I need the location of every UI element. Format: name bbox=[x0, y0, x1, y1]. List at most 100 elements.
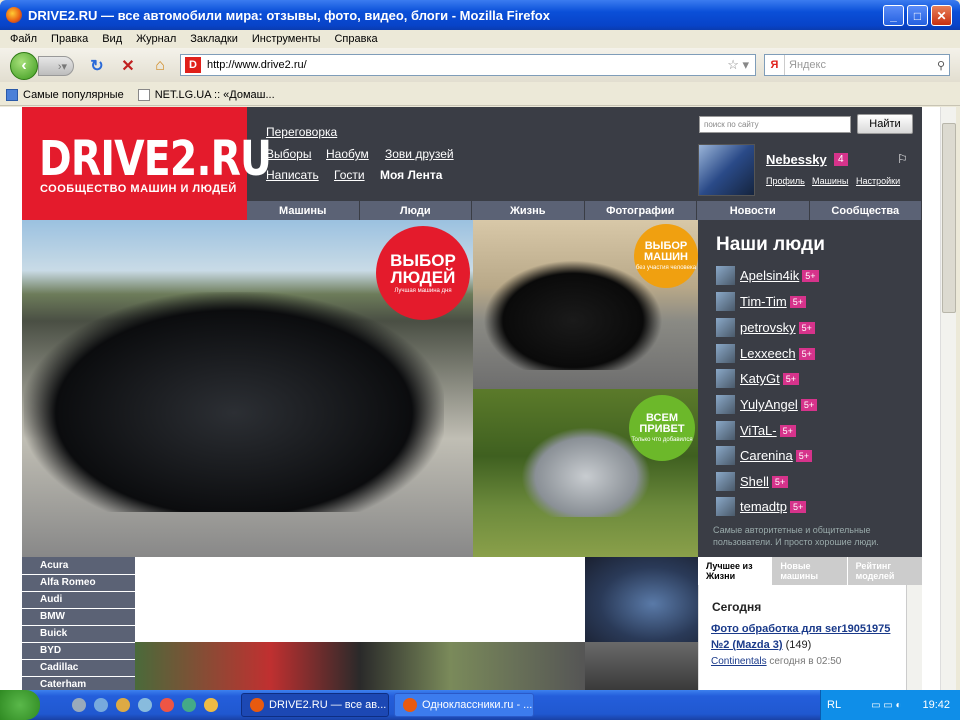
close-button[interactable]: ✕ bbox=[931, 5, 952, 26]
user-car-photo[interactable] bbox=[698, 144, 755, 196]
tab-communities[interactable]: Сообщества bbox=[810, 201, 922, 220]
sticker-title: ВЫБОР МАШИН bbox=[643, 240, 688, 263]
best-entry-author[interactable]: Continentals bbox=[711, 656, 767, 667]
person-item[interactable]: YulyAngel 5+ bbox=[716, 395, 818, 414]
logout-icon[interactable]: ⚐ bbox=[897, 152, 908, 166]
taskbar-task-drive2[interactable]: DRIVE2.RU — все ав... bbox=[241, 693, 389, 717]
reload-icon[interactable]: ↻ bbox=[87, 56, 107, 76]
link-write[interactable]: Написать bbox=[266, 168, 319, 182]
link-vybory[interactable]: Выборы bbox=[266, 147, 311, 161]
link-naobum[interactable]: Наобум bbox=[326, 147, 369, 161]
home-icon[interactable]: ⌂ bbox=[150, 56, 170, 76]
user-link-cars[interactable]: Машины bbox=[812, 176, 848, 186]
person-badge: 5+ bbox=[782, 372, 800, 385]
sale-car-photo[interactable] bbox=[585, 557, 698, 642]
brand-divider bbox=[22, 574, 135, 575]
system-tray: RL ▭ ▭ ◐ 19:42 bbox=[820, 690, 960, 720]
car-thumbnails-row[interactable] bbox=[135, 642, 585, 690]
person-item[interactable]: ViTaL- 5+ bbox=[716, 421, 796, 440]
brand-item[interactable]: Alfa Romeo bbox=[40, 577, 96, 588]
taskbar-task-odnoklassniki[interactable]: Одноклассники.ru - ... bbox=[394, 693, 534, 717]
chrome-icon[interactable] bbox=[160, 698, 174, 712]
bookmark-item[interactable]: NET.LG.UA :: «Домаш... bbox=[137, 88, 275, 101]
tab-life[interactable]: Жизнь bbox=[472, 201, 585, 220]
yandex-icon[interactable]: Я bbox=[765, 55, 785, 75]
firefox-icon bbox=[403, 698, 417, 712]
user-name[interactable]: Nebessky bbox=[766, 152, 827, 167]
tab-news[interactable]: Новости bbox=[697, 201, 810, 220]
link-invite-friends[interactable]: Зови друзей bbox=[385, 147, 454, 161]
brand-item[interactable]: Cadillac bbox=[40, 662, 78, 673]
brand-item[interactable]: Buick bbox=[40, 628, 67, 639]
cars-choice-sticker[interactable]: ВЫБОР МАШИН без участия человека bbox=[634, 224, 698, 288]
menu-view[interactable]: Вид bbox=[102, 33, 122, 45]
quicklaunch-icon[interactable] bbox=[72, 698, 86, 712]
tab-cars[interactable]: Машины bbox=[247, 201, 360, 220]
avatar bbox=[716, 446, 735, 465]
brand-item[interactable]: Acura bbox=[40, 560, 68, 571]
site-favicon: D bbox=[185, 57, 201, 73]
person-item[interactable]: Apelsin4ik 5+ bbox=[716, 266, 819, 285]
tab-best-life[interactable]: Лучшее из Жизни bbox=[698, 557, 773, 585]
menu-help[interactable]: Справка bbox=[334, 33, 377, 45]
link-peregovorka[interactable]: Переговорка bbox=[266, 125, 337, 139]
user-link-settings[interactable]: Настройки bbox=[856, 176, 900, 186]
user-notification-badge[interactable]: 4 bbox=[834, 153, 848, 166]
menu-tools[interactable]: Инструменты bbox=[252, 33, 321, 45]
link-guests[interactable]: Гости bbox=[334, 168, 365, 182]
car-image bbox=[24, 292, 444, 512]
quicklaunch-icon[interactable] bbox=[138, 698, 152, 712]
quicklaunch-icon[interactable] bbox=[204, 698, 218, 712]
bookmark-star-icon[interactable]: ☆ ▾ bbox=[727, 57, 749, 73]
brand-item[interactable]: BMW bbox=[40, 611, 65, 622]
tab-people[interactable]: Люди bbox=[360, 201, 472, 220]
person-item[interactable]: Tim-Tim 5+ bbox=[716, 292, 806, 311]
tab-photos[interactable]: Фотографии bbox=[585, 201, 697, 220]
menu-bookmarks[interactable]: Закладки bbox=[190, 33, 238, 45]
menu-edit[interactable]: Правка bbox=[51, 33, 88, 45]
best-panel-scrollbar[interactable] bbox=[906, 585, 922, 690]
back-button[interactable]: ‹ bbox=[10, 52, 38, 80]
search-icon[interactable]: ⚲ bbox=[937, 59, 945, 72]
hello-all-sticker[interactable]: ВСЕМ ПРИВЕТ Только что добавился bbox=[629, 395, 695, 461]
forward-button[interactable]: ›▾ bbox=[38, 56, 74, 76]
minimize-button[interactable]: _ bbox=[883, 5, 904, 26]
brand-item[interactable]: BYD bbox=[40, 645, 61, 656]
avatar bbox=[716, 266, 735, 285]
user-link-profile[interactable]: Профиль bbox=[766, 176, 805, 186]
tab-new-cars[interactable]: Новые машины bbox=[772, 557, 847, 585]
page-icon bbox=[137, 88, 150, 101]
maximize-button[interactable]: □ bbox=[907, 5, 928, 26]
site-search-input[interactable]: поиск по сайту bbox=[699, 116, 851, 133]
today-heading: Сегодня bbox=[712, 600, 762, 614]
quicklaunch-icon[interactable] bbox=[116, 698, 130, 712]
search-box[interactable]: Я Яндекс ⚲ bbox=[764, 54, 950, 76]
link-my-feed[interactable]: Моя Лента bbox=[380, 168, 442, 182]
quicklaunch-icon[interactable] bbox=[94, 698, 108, 712]
site-search-button[interactable]: Найти bbox=[857, 114, 913, 134]
bookmark-item[interactable]: Самые популярные bbox=[6, 88, 124, 101]
stop-icon[interactable]: ✕ bbox=[118, 56, 138, 76]
tray-icons[interactable]: ▭ ▭ ◐ bbox=[871, 700, 902, 711]
firefox-icon bbox=[6, 7, 22, 23]
person-item[interactable]: petrovsky 5+ bbox=[716, 318, 815, 337]
car-photo[interactable] bbox=[585, 642, 698, 690]
address-bar[interactable]: D http://www.drive2.ru/ ☆ ▾ bbox=[180, 54, 756, 76]
people-choice-sticker[interactable]: ВЫБОР ЛЮДЕЙ Лучшая машина дня bbox=[376, 226, 470, 320]
scrollbar-thumb[interactable] bbox=[942, 123, 956, 313]
person-item[interactable]: Shell 5+ bbox=[716, 472, 789, 491]
site-logo[interactable]: DRIVE2.RU СООБЩЕСТВО МАШИН И ЛЮДЕЙ bbox=[22, 107, 272, 229]
tab-model-rating[interactable]: Рейтинг моделей bbox=[846, 557, 922, 585]
language-indicator[interactable]: RL bbox=[827, 699, 841, 711]
person-item[interactable]: KatyGt 5+ bbox=[716, 369, 800, 388]
brand-item[interactable]: Audi bbox=[40, 594, 62, 605]
menu-history[interactable]: Журнал bbox=[136, 33, 176, 45]
start-button[interactable] bbox=[0, 690, 40, 720]
quicklaunch-icon[interactable] bbox=[182, 698, 196, 712]
menu-file[interactable]: Файл bbox=[10, 33, 37, 45]
page-scrollbar[interactable] bbox=[940, 107, 956, 690]
brand-item[interactable]: Caterham bbox=[40, 679, 86, 690]
person-item[interactable]: Carenina 5+ bbox=[716, 446, 813, 465]
person-item[interactable]: Lexxeech 5+ bbox=[716, 344, 815, 363]
person-item[interactable]: temadtp 5+ bbox=[716, 497, 807, 516]
